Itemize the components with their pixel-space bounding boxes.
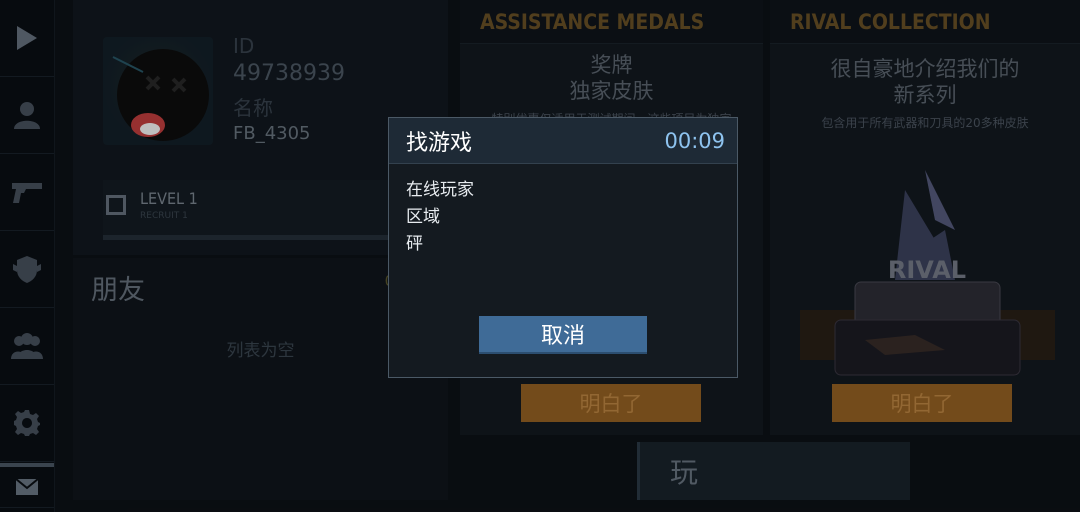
search-timer: 00:09 [664, 128, 725, 153]
dialog-body: 在线玩家 区域 砰 [389, 164, 737, 258]
ping-label: 砰 [406, 234, 423, 254]
online-players-label: 在线玩家 [406, 180, 474, 200]
find-game-dialog: 找游戏 00:09 在线玩家 区域 砰 取消 [388, 117, 738, 378]
dialog-title: 找游戏 [406, 130, 473, 156]
region-label: 区域 [406, 207, 440, 227]
dialog-header: 找游戏 00:09 [389, 118, 737, 164]
cancel-button[interactable]: 取消 [479, 316, 647, 354]
